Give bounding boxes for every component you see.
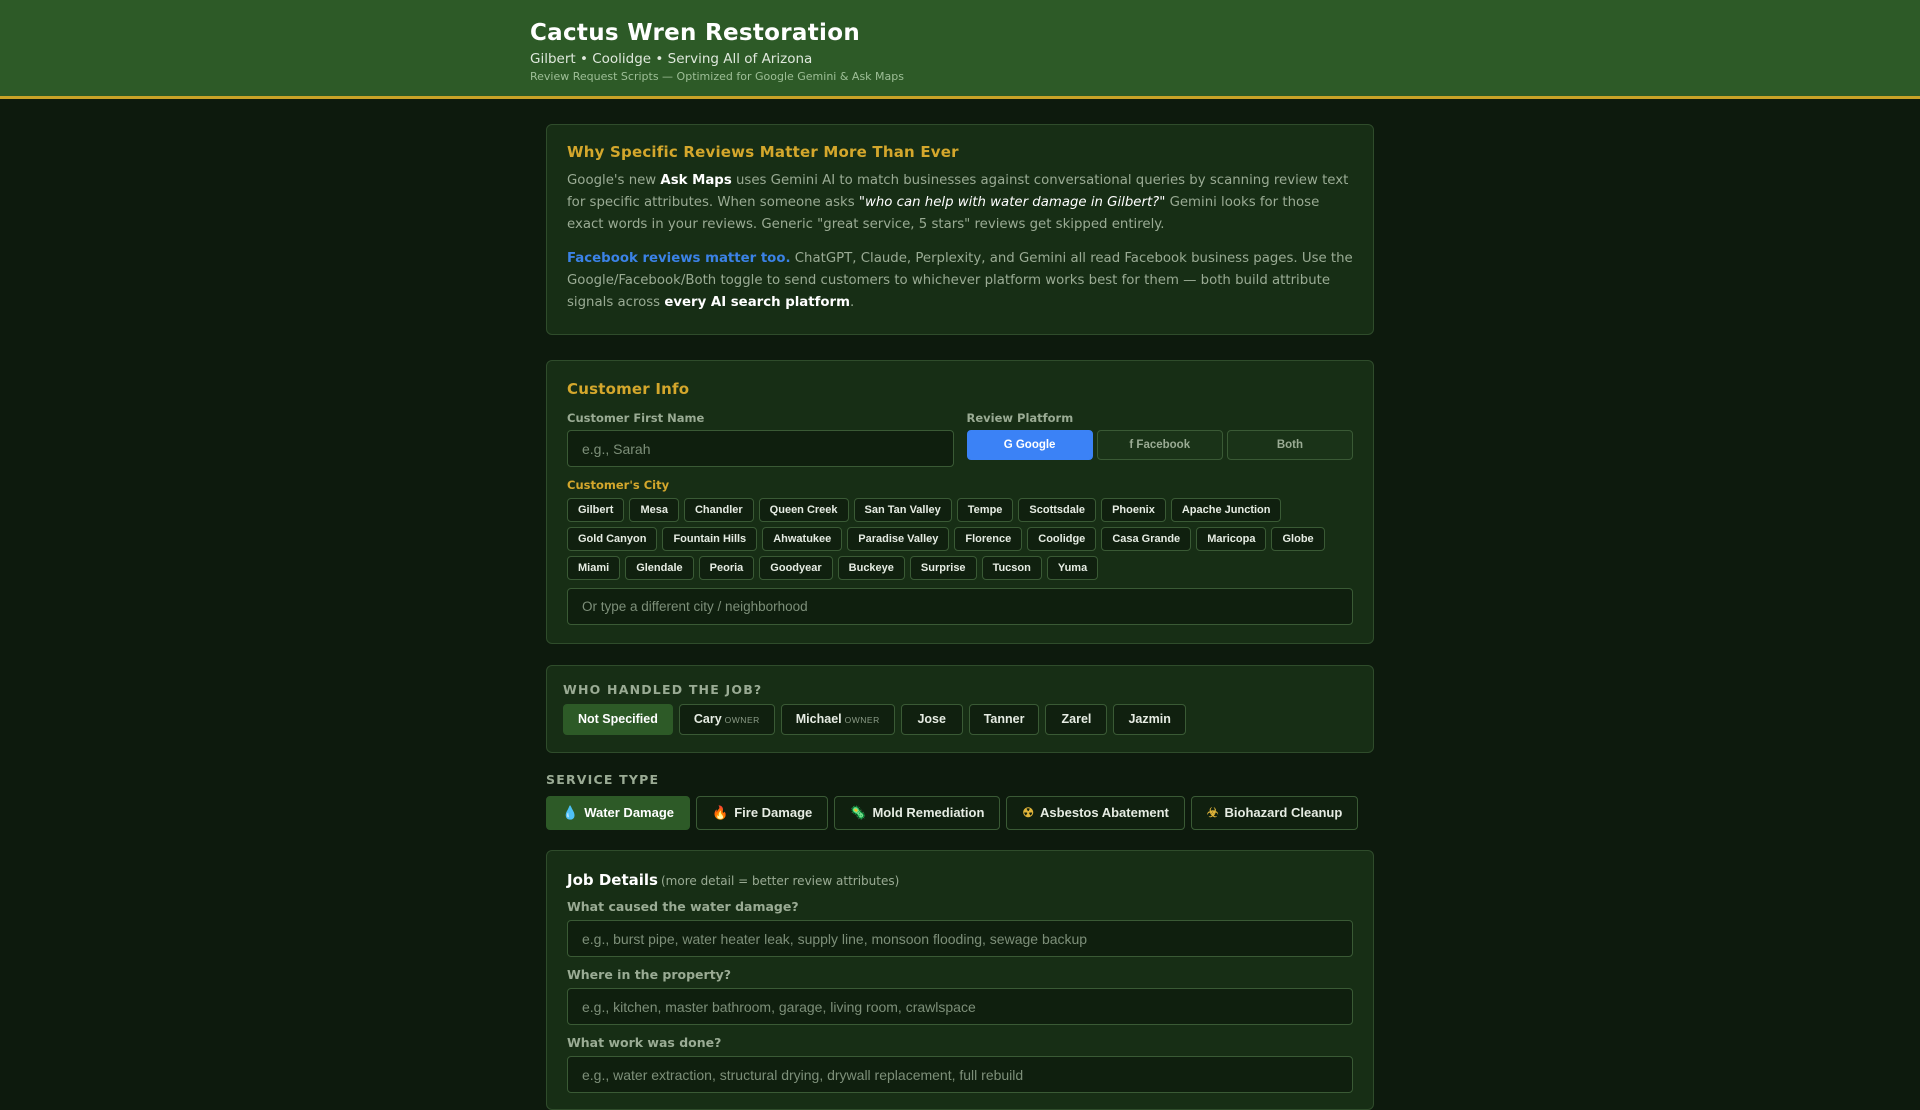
header-title: Cactus Wren Restoration xyxy=(530,20,861,46)
city-chip[interactable]: Queen Creek xyxy=(758,498,849,522)
platform-facebook-button[interactable]: f Facebook xyxy=(1096,430,1223,460)
platform-both-button[interactable]: Both xyxy=(1226,430,1354,460)
job-details-card: Job Details (more detail = better review … xyxy=(546,850,1374,1110)
city-chip[interactable]: Fountain Hills xyxy=(662,527,758,551)
fire-icon: 🔥 xyxy=(712,805,729,820)
tech-jose-button[interactable]: Jose xyxy=(900,704,963,735)
city-chip[interactable]: Gold Canyon xyxy=(567,527,658,551)
radioactive-icon: ☢ xyxy=(1022,805,1035,820)
main-container: Why Specific Reviews Matter More Than Ev… xyxy=(546,124,1374,1110)
city-chip[interactable]: Chandler xyxy=(683,498,754,522)
platform-toggle: G Google f Facebook Both xyxy=(966,430,1354,460)
city-chip[interactable]: Florence xyxy=(954,527,1023,551)
city-chip[interactable]: Tempe xyxy=(956,498,1014,522)
city-chip[interactable]: Paradise Valley xyxy=(847,527,950,551)
city-chip[interactable]: Yuma xyxy=(1046,556,1099,580)
why-paragraph-1: Google's new Ask Maps uses Gemini AI to … xyxy=(567,173,1349,232)
header-tagline: Review Request Scripts — Optimized for G… xyxy=(530,70,904,83)
city-chip[interactable]: Scottsdale xyxy=(1018,498,1097,522)
city-chip[interactable]: Casa Grande xyxy=(1101,527,1192,551)
city-chip[interactable]: Mesa xyxy=(629,498,679,522)
who-handled-card: WHO HANDLED THE JOB? Not Specified Cary O… xyxy=(546,665,1374,753)
service-asbestos-abatement-button[interactable]: ☢ Asbestos Abatement xyxy=(1006,796,1185,830)
customer-name-input[interactable] xyxy=(567,430,954,467)
who-handled-title: WHO HANDLED THE JOB? xyxy=(563,682,763,697)
why-paragraph-2: Facebook reviews matter too. ChatGPT, Cl… xyxy=(567,251,1353,310)
city-chip[interactable]: San Tan Valley xyxy=(853,498,952,522)
tech-jazmin-button[interactable]: Jazmin xyxy=(1113,704,1186,735)
microbe-icon: 🦠 xyxy=(850,805,867,820)
platform-google-button[interactable]: G Google xyxy=(966,430,1093,460)
city-chip[interactable]: Maricopa xyxy=(1196,527,1267,551)
work-done-input[interactable] xyxy=(567,1056,1353,1093)
service-mold-remediation-button[interactable]: 🦠 Mold Remediation xyxy=(834,796,1001,830)
city-chip[interactable]: Ahwatukee xyxy=(762,527,843,551)
customer-name-label: Customer First Name xyxy=(567,411,705,425)
city-chip[interactable]: Miami xyxy=(567,556,621,580)
city-chip[interactable]: Phoenix xyxy=(1101,498,1166,522)
service-type-section: SERVICE TYPE 💧 Water Damage 🔥 Fire Damage … xyxy=(546,772,1374,830)
service-type-list: 💧 Water Damage 🔥 Fire Damage 🦠 Mold Remedia… xyxy=(546,796,1374,830)
cause-label: What caused the water damage? xyxy=(567,899,799,914)
city-chip-list: Gilbert Mesa Chandler Queen Creek San Ta… xyxy=(567,498,1357,580)
water-drop-icon: 💧 xyxy=(562,805,579,820)
job-details-title: Job Details xyxy=(567,871,658,889)
service-water-damage-button[interactable]: 💧 Water Damage xyxy=(546,796,691,830)
city-chip[interactable]: Surprise xyxy=(909,556,977,580)
city-chip[interactable]: Tucson xyxy=(981,556,1042,580)
location-label: Where in the property? xyxy=(567,967,732,982)
site-header: Cactus Wren Restoration Gilbert • Coolid… xyxy=(0,0,1920,99)
city-chip[interactable]: Globe xyxy=(1271,527,1325,551)
tech-cary-button[interactable]: Cary OWNER xyxy=(678,704,775,735)
job-details-note: (more detail = better review attributes) xyxy=(660,874,900,888)
service-type-title: SERVICE TYPE xyxy=(546,772,660,787)
city-chip[interactable]: Peoria xyxy=(698,556,755,580)
review-platform-label: Review Platform xyxy=(966,411,1074,425)
customer-city-label: Customer's City xyxy=(567,478,670,492)
technician-list: Not Specified Cary OWNER Michael OWNER Jos… xyxy=(563,704,1357,735)
biohazard-icon: ☣ xyxy=(1206,805,1219,820)
why-reviews-card: Why Specific Reviews Matter More Than Ev… xyxy=(546,124,1374,335)
city-chip[interactable]: Apache Junction xyxy=(1170,498,1282,522)
tech-michael-button[interactable]: Michael OWNER xyxy=(780,704,895,735)
owner-badge: OWNER xyxy=(844,715,880,725)
location-input[interactable] xyxy=(567,988,1353,1025)
why-title: Why Specific Reviews Matter More Than Ev… xyxy=(567,143,959,161)
other-city-input[interactable] xyxy=(567,588,1353,625)
city-chip[interactable]: Gilbert xyxy=(567,498,625,522)
owner-badge: OWNER xyxy=(724,715,760,725)
service-biohazard-cleanup-button[interactable]: ☣ Biohazard Cleanup xyxy=(1190,796,1359,830)
customer-info-card: Customer Info Customer First Name Review… xyxy=(546,360,1374,644)
header-subtitle: Gilbert • Coolidge • Serving All of Ariz… xyxy=(530,51,813,67)
job-details-heading: Job Details (more detail = better review … xyxy=(567,870,1353,889)
work-done-label: What work was done? xyxy=(567,1035,722,1050)
service-fire-damage-button[interactable]: 🔥 Fire Damage xyxy=(696,796,829,830)
cause-input[interactable] xyxy=(567,920,1353,957)
tech-tanner-button[interactable]: Tanner xyxy=(968,704,1040,735)
city-chip[interactable]: Coolidge xyxy=(1027,527,1097,551)
customer-info-title: Customer Info xyxy=(567,380,690,398)
tech-not-specified-button[interactable]: Not Specified xyxy=(563,704,673,735)
city-chip[interactable]: Buckeye xyxy=(837,556,905,580)
tech-zarel-button[interactable]: Zarel xyxy=(1045,704,1108,735)
city-chip[interactable]: Goodyear xyxy=(759,556,833,580)
city-chip[interactable]: Glendale xyxy=(625,556,694,580)
